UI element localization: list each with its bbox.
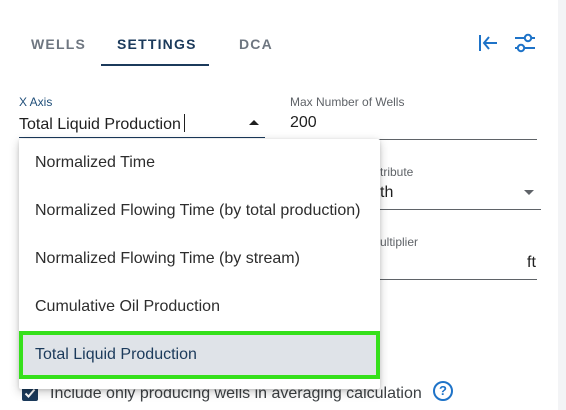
dropdown-option-cumulative-oil[interactable]: Cumulative Oil Production	[19, 283, 380, 331]
text-caret	[183, 114, 185, 132]
active-tab-indicator	[101, 64, 209, 66]
attribute-underline	[380, 209, 541, 210]
max-wells-label: Max Number of Wells	[290, 95, 405, 109]
multiplier-underline	[380, 279, 537, 280]
help-circle-icon[interactable]: ?	[433, 381, 453, 401]
x-axis-value: Total Liquid Production	[19, 116, 181, 133]
tune-sliders-icon[interactable]	[512, 31, 538, 60]
x-axis-underline	[19, 137, 265, 138]
collapse-left-icon[interactable]	[476, 31, 500, 60]
tab-settings[interactable]: SETTINGS	[117, 36, 197, 52]
dropdown-option-normalized-flowing-time-total[interactable]: Normalized Flowing Time (by total produc…	[19, 187, 380, 235]
dropdown-option-total-liquid[interactable]: Total Liquid Production	[19, 331, 380, 379]
dropdown-option-normalized-time[interactable]: Normalized Time	[19, 139, 380, 187]
attribute-label-fragment: tribute	[380, 165, 414, 179]
tab-dca[interactable]: DCA	[239, 36, 273, 52]
x-axis-select[interactable]: Total Liquid Production	[19, 114, 185, 134]
attribute-value-fragment[interactable]: th	[380, 184, 393, 202]
chevron-up-icon[interactable]	[249, 120, 259, 125]
max-wells-input[interactable]: 200	[290, 114, 317, 132]
x-axis-label: X Axis	[19, 95, 53, 109]
multiplier-unit: ft	[527, 254, 536, 271]
chevron-down-icon[interactable]	[524, 190, 534, 195]
x-axis-dropdown-menu: Normalized Time Normalized Flowing Time …	[19, 139, 380, 389]
multiplier-label-fragment: ultiplier	[380, 235, 419, 249]
panel-edge	[558, 0, 566, 410]
dropdown-option-normalized-flowing-time-stream[interactable]: Normalized Flowing Time (by stream)	[19, 235, 380, 283]
tab-wells[interactable]: WELLS	[31, 36, 86, 52]
